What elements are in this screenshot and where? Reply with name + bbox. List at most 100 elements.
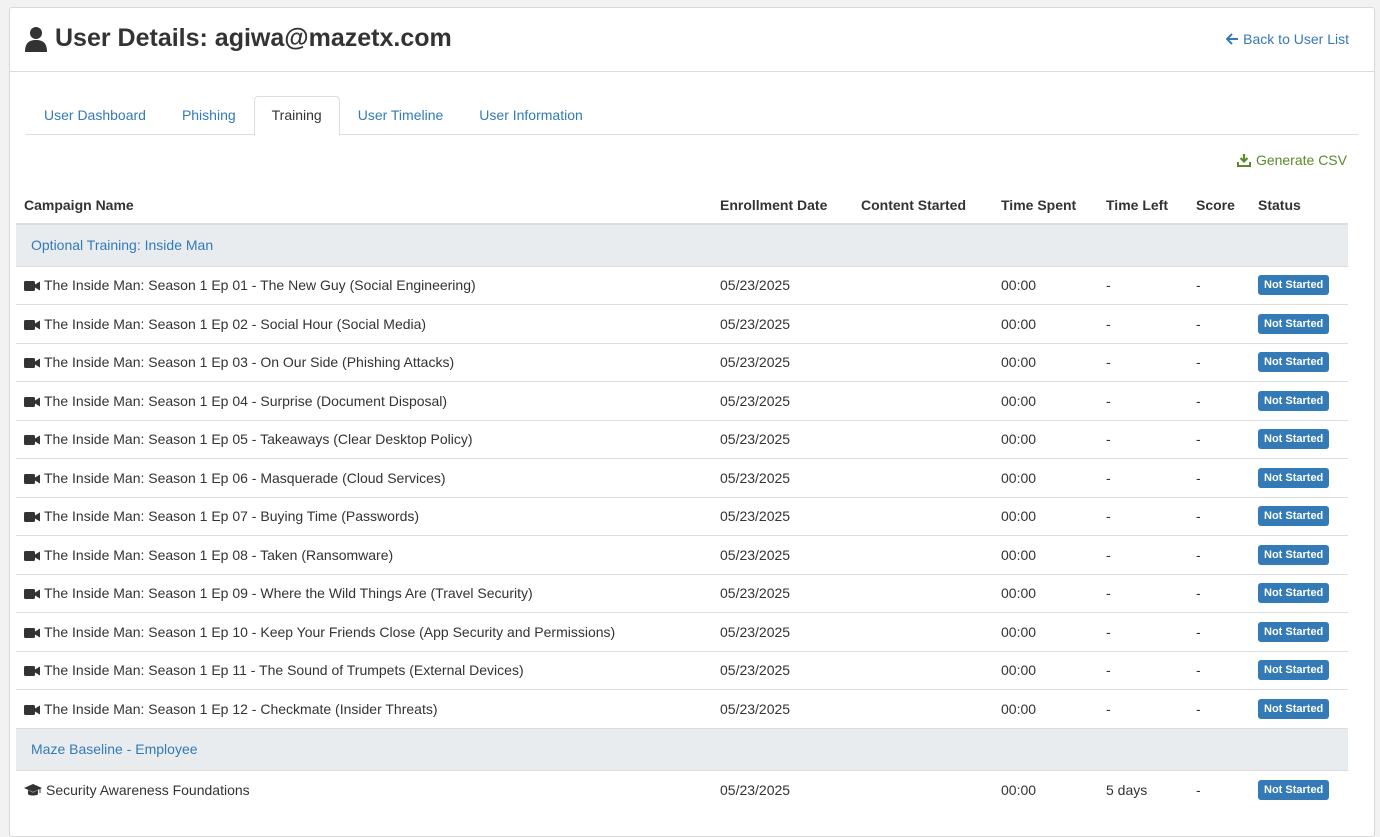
col-enrollment-date[interactable]: Enrollment Date: [712, 186, 853, 225]
tab-user-information[interactable]: User Information: [461, 96, 600, 135]
table-row: The Inside Man: Season 1 Ep 01 - The New…: [16, 265, 1348, 305]
cell-enrollment-date: 05/23/2025: [712, 496, 853, 536]
cell-score: -: [1188, 342, 1250, 382]
table-header-row: Campaign Name Enrollment Date Content St…: [16, 186, 1348, 225]
video-camera-icon: [24, 319, 40, 330]
cell-time-left: -: [1098, 265, 1188, 305]
status-badge[interactable]: Not Started: [1258, 429, 1330, 450]
col-content-started[interactable]: Content Started: [853, 186, 993, 225]
cell-score: -: [1188, 769, 1250, 809]
cell-status: Not Started: [1250, 496, 1348, 536]
cell-score: -: [1188, 381, 1250, 420]
cell-time-spent: 00:00: [993, 381, 1098, 420]
status-badge[interactable]: Not Started: [1258, 352, 1330, 373]
status-badge[interactable]: Not Started: [1258, 698, 1330, 719]
cell-time-spent: 00:00: [993, 342, 1098, 382]
campaign-name-text: The Inside Man: Season 1 Ep 06 - Masquer…: [44, 469, 446, 486]
campaign-name-text: The Inside Man: Season 1 Ep 09 - Where t…: [44, 585, 533, 602]
cell-content-started: [853, 342, 993, 382]
cell-score: -: [1188, 458, 1250, 497]
cell-campaign-name: The Inside Man: Season 1 Ep 08 - Taken (…: [16, 535, 712, 574]
cell-content-started: [853, 769, 993, 809]
cell-status: Not Started: [1250, 769, 1348, 809]
cell-score: -: [1188, 304, 1250, 343]
campaign-name-text: The Inside Man: Season 1 Ep 11 - The Sou…: [44, 662, 524, 679]
cell-content-started: [853, 650, 993, 690]
cell-campaign-name: The Inside Man: Season 1 Ep 04 - Surpris…: [16, 381, 712, 420]
group-name-link[interactable]: Maze Baseline - Employee: [16, 727, 1348, 770]
cell-content-started: [853, 612, 993, 651]
tab-phishing[interactable]: Phishing: [164, 96, 254, 135]
campaign-name-text: The Inside Man: Season 1 Ep 02 - Social …: [44, 315, 427, 332]
cell-time-spent: 00:00: [993, 419, 1098, 459]
cell-content-started: [853, 458, 993, 497]
generate-csv-button[interactable]: Generate CSV: [1236, 152, 1347, 168]
table-row: The Inside Man: Season 1 Ep 04 - Surpris…: [16, 381, 1348, 420]
table-row: The Inside Man: Season 1 Ep 06 - Masquer…: [16, 458, 1348, 497]
cell-time-left: -: [1098, 458, 1188, 497]
cell-status: Not Started: [1250, 342, 1348, 382]
cell-time-left: -: [1098, 689, 1188, 728]
cell-campaign-name: The Inside Man: Season 1 Ep 06 - Masquer…: [16, 458, 712, 497]
cell-time-spent: 00:00: [993, 458, 1098, 497]
cell-content-started: [853, 419, 993, 459]
cell-campaign-name: The Inside Man: Season 1 Ep 07 - Buying …: [16, 496, 712, 536]
cell-status: Not Started: [1250, 689, 1348, 728]
cell-status: Not Started: [1250, 573, 1348, 613]
status-badge[interactable]: Not Started: [1258, 544, 1330, 565]
cell-score: -: [1188, 535, 1250, 574]
cell-time-left: -: [1098, 419, 1188, 459]
back-link-label: Back to User List: [1243, 31, 1349, 47]
status-badge[interactable]: Not Started: [1258, 660, 1330, 681]
cell-enrollment-date: 05/23/2025: [712, 265, 853, 305]
user-icon: [25, 26, 47, 52]
video-camera-icon: [24, 512, 40, 523]
cell-status: Not Started: [1250, 535, 1348, 574]
cell-score: -: [1188, 496, 1250, 536]
back-to-user-list-link[interactable]: Back to User List: [1226, 31, 1349, 47]
status-badge[interactable]: Not Started: [1258, 621, 1330, 642]
page-title: User Details: agiwa@mazetx.com: [55, 24, 452, 52]
col-score[interactable]: Score: [1188, 186, 1250, 225]
status-badge[interactable]: Not Started: [1258, 390, 1330, 411]
campaign-name-text: The Inside Man: Season 1 Ep 03 - On Our …: [44, 354, 455, 371]
cell-status: Not Started: [1250, 265, 1348, 305]
cell-score: -: [1188, 689, 1250, 728]
cell-score: -: [1188, 650, 1250, 690]
video-camera-icon: [24, 666, 40, 677]
cell-enrollment-date: 05/23/2025: [712, 689, 853, 728]
cell-time-spent: 00:00: [993, 535, 1098, 574]
graduation-cap-icon: [24, 783, 42, 795]
cell-time-left: 5 days: [1098, 769, 1188, 809]
cell-time-spent: 00:00: [993, 573, 1098, 613]
col-time-spent[interactable]: Time Spent: [993, 186, 1098, 225]
col-time-left[interactable]: Time Left: [1098, 186, 1188, 225]
col-status[interactable]: Status: [1250, 186, 1348, 225]
status-badge[interactable]: Not Started: [1258, 467, 1330, 488]
table-row: The Inside Man: Season 1 Ep 08 - Taken (…: [16, 535, 1348, 574]
video-camera-icon: [24, 358, 40, 369]
status-badge[interactable]: Not Started: [1258, 583, 1330, 604]
tab-user-dashboard[interactable]: User Dashboard: [26, 96, 164, 135]
status-badge[interactable]: Not Started: [1258, 506, 1330, 527]
cell-content-started: [853, 265, 993, 305]
table-row: The Inside Man: Season 1 Ep 09 - Where t…: [16, 573, 1348, 613]
status-badge[interactable]: Not Started: [1258, 275, 1330, 296]
campaign-name-text: The Inside Man: Season 1 Ep 08 - Taken (…: [44, 546, 394, 563]
group-name-link[interactable]: Optional Training: Inside Man: [16, 223, 1348, 266]
video-camera-icon: [24, 589, 40, 600]
cell-enrollment-date: 05/23/2025: [712, 612, 853, 651]
cell-time-left: -: [1098, 304, 1188, 343]
col-campaign-name[interactable]: Campaign Name: [16, 186, 712, 225]
tab-training[interactable]: Training: [253, 96, 340, 136]
status-badge[interactable]: Not Started: [1258, 779, 1330, 800]
cell-status: Not Started: [1250, 304, 1348, 343]
cell-status: Not Started: [1250, 419, 1348, 459]
cell-score: -: [1188, 612, 1250, 651]
cell-content-started: [853, 689, 993, 728]
cell-campaign-name: The Inside Man: Season 1 Ep 12 - Checkma…: [16, 689, 712, 728]
video-camera-icon: [24, 704, 40, 715]
status-badge[interactable]: Not Started: [1258, 313, 1330, 334]
tab-user-timeline[interactable]: User Timeline: [340, 96, 462, 135]
cell-time-left: -: [1098, 342, 1188, 382]
